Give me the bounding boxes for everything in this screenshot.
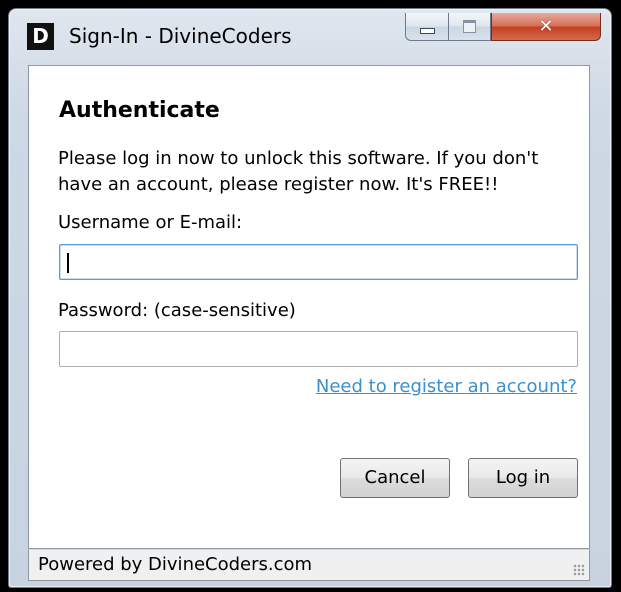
page-title: Authenticate	[59, 98, 220, 123]
maximize-button[interactable]	[449, 13, 491, 41]
cancel-button[interactable]: Cancel	[340, 458, 450, 498]
status-bar: Powered by DivineCoders.com	[28, 549, 590, 581]
password-field[interactable]	[59, 331, 578, 367]
close-icon: ✕	[538, 15, 554, 37]
password-label: Password: (case-sensitive)	[58, 300, 296, 321]
minimize-button[interactable]	[405, 13, 449, 41]
username-field[interactable]	[59, 244, 578, 280]
window-title: Sign-In - DivineCoders	[69, 24, 292, 48]
dialog-body: Authenticate Please log in now to unlock…	[28, 65, 590, 549]
status-text: Powered by DivineCoders.com	[38, 554, 313, 575]
maximize-icon	[463, 20, 476, 33]
signin-window: D Sign-In - DivineCoders ✕ Authenticate …	[8, 8, 612, 588]
title-bar[interactable]: D Sign-In - DivineCoders ✕	[9, 9, 611, 65]
username-label: Username or E-mail:	[58, 212, 243, 233]
intro-text: Please log in now to unlock this softwar…	[58, 148, 539, 195]
close-button[interactable]: ✕	[491, 13, 601, 41]
minimize-icon	[419, 27, 435, 34]
register-link[interactable]: Need to register an account?	[316, 376, 577, 397]
text-caret	[67, 253, 69, 273]
app-logo-icon: D	[27, 23, 54, 50]
login-button[interactable]: Log in	[468, 458, 578, 498]
resize-grip-icon[interactable]	[573, 564, 585, 576]
